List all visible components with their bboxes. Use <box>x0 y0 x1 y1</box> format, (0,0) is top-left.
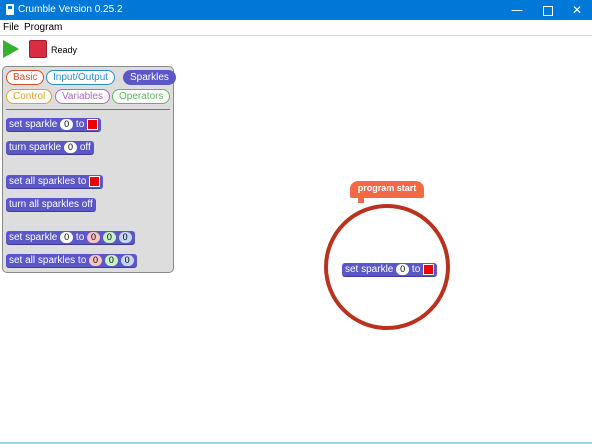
category-operators[interactable]: Operators <box>112 89 171 104</box>
block-label: set sparkle <box>9 119 58 130</box>
category-basic[interactable]: Basic <box>6 70 45 85</box>
stop-button[interactable] <box>29 40 47 58</box>
status-text: Ready <box>51 45 78 55</box>
block-label: set all sparkles to <box>9 176 87 187</box>
minimize-button[interactable]: — <box>500 0 534 20</box>
color-swatch[interactable] <box>423 264 435 275</box>
sparkle-index-slot[interactable]: 0 <box>60 232 74 243</box>
block-label: to <box>75 232 85 243</box>
red-value-slot[interactable]: 0 <box>87 232 101 243</box>
sparkle-index-slot[interactable]: 0 <box>396 264 410 275</box>
block-set-all-sparkles-rgb[interactable]: set all sparkles to 0 0 0 <box>6 254 137 268</box>
block-set-sparkle[interactable]: set sparkle 0 to <box>6 118 102 132</box>
window-title: Crumble Version 0.25.2 <box>18 4 123 15</box>
block-label: set all sparkles to <box>9 255 87 266</box>
blue-value-slot[interactable]: 0 <box>120 255 134 266</box>
block-label: to <box>75 119 85 130</box>
block-turn-sparkle-off[interactable]: turn sparkle 0 off <box>6 141 94 155</box>
sparkle-index-slot[interactable]: 0 <box>60 119 74 130</box>
color-swatch[interactable] <box>89 176 101 187</box>
block-set-all-sparkles[interactable]: set all sparkles to <box>6 175 104 189</box>
close-button[interactable]: ✕ <box>560 0 592 20</box>
block-label: to <box>411 264 421 275</box>
category-sparkles[interactable]: Sparkles <box>123 70 176 85</box>
block-label: off <box>79 142 91 153</box>
program-start-block[interactable]: program start <box>350 181 424 203</box>
category-control[interactable]: Control <box>6 89 53 104</box>
block-label: set sparkle <box>9 232 58 243</box>
menu-program[interactable]: Program <box>24 22 62 33</box>
menu-bar: File Program <box>0 20 592 36</box>
workspace-set-sparkle-block[interactable]: set sparkle 0 to <box>342 263 438 277</box>
blue-value-slot[interactable]: 0 <box>118 232 132 243</box>
toolbar: Ready <box>0 36 592 62</box>
menu-file[interactable]: File <box>3 22 19 33</box>
block-palette: Basic Input/Output Sparkles Control Vari… <box>2 66 176 273</box>
program-start-label: program start <box>357 183 417 193</box>
color-swatch[interactable] <box>87 119 99 130</box>
block-turn-all-sparkles-off[interactable]: turn all sparkles off <box>6 198 96 212</box>
block-label: set sparkle <box>345 264 394 275</box>
hat-notch <box>358 198 364 203</box>
block-set-sparkle-rgb[interactable]: set sparkle 0 to 0 0 0 <box>6 231 135 245</box>
red-value-slot[interactable]: 0 <box>89 255 103 266</box>
palette-divider <box>6 109 170 110</box>
green-value-slot[interactable]: 0 <box>102 232 116 243</box>
block-label: turn all sparkles off <box>9 199 93 210</box>
block-label: turn sparkle <box>9 142 62 153</box>
title-bar: Crumble Version 0.25.2 — ✕ <box>0 0 592 20</box>
sparkle-index-slot[interactable]: 0 <box>64 142 78 153</box>
green-value-slot[interactable]: 0 <box>104 255 118 266</box>
maximize-icon <box>543 5 553 16</box>
app-icon <box>6 4 14 15</box>
category-input-output[interactable]: Input/Output <box>46 70 116 85</box>
run-button[interactable] <box>3 40 19 58</box>
category-variables[interactable]: Variables <box>55 89 110 104</box>
